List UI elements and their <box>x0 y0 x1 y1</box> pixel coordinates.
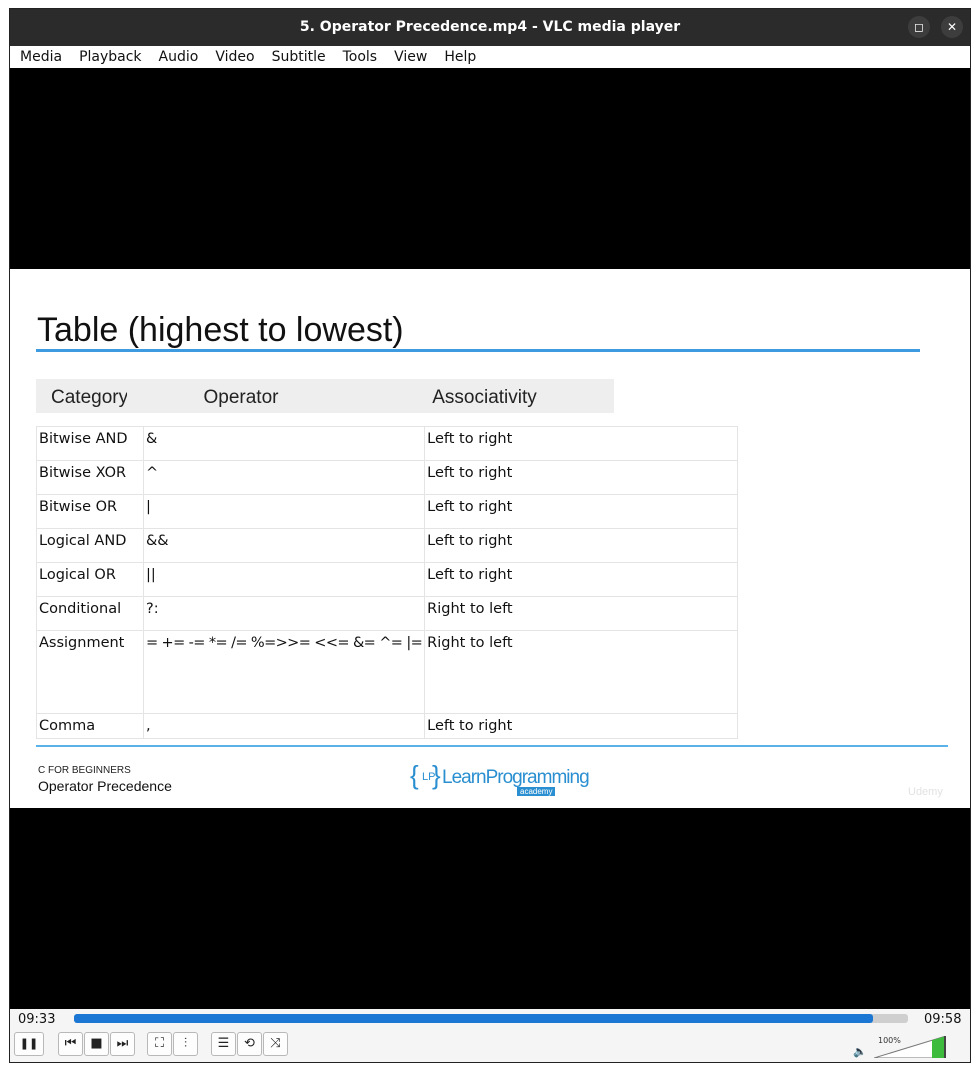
cell-associativity: Right to left <box>424 630 739 714</box>
cell-category: Logical AND <box>36 528 144 563</box>
speaker-icon[interactable]: 🔈 <box>853 1045 867 1058</box>
vlc-window: 5. Operator Precedence.mp4 - VLC media p… <box>9 8 971 1063</box>
cell-operator: ^ <box>142 460 426 495</box>
slide-title: Table (highest to lowest) <box>37 311 404 349</box>
menu-tools[interactable]: Tools <box>333 46 385 68</box>
close-button[interactable]: ✕ <box>941 16 963 38</box>
previous-button[interactable]: ⏮ <box>58 1032 83 1056</box>
slide: Table (highest to lowest) Category Opera… <box>10 269 970 808</box>
cell-associativity: Left to right <box>424 460 739 495</box>
table-row: Logical AND && Left to right <box>36 528 739 563</box>
fullscreen-button[interactable]: ⛶ <box>147 1032 172 1056</box>
cell-associativity: Left to right <box>424 426 739 461</box>
cell-associativity: Left to right <box>424 562 739 597</box>
course-name: C FOR BEGINNERS <box>38 765 131 776</box>
next-button[interactable]: ⏭ <box>110 1032 135 1056</box>
cell-category: Logical OR <box>36 562 144 597</box>
cell-category: Assignment <box>36 630 144 714</box>
shuffle-button[interactable]: ⤨ <box>263 1032 288 1056</box>
cell-category: Conditional <box>36 596 144 631</box>
table-row: Logical OR || Left to right <box>36 562 739 597</box>
menu-bar: Media Playback Audio Video Subtitle Tools View… <box>10 46 970 69</box>
cell-category: Bitwise OR <box>36 494 144 529</box>
menu-help[interactable]: Help <box>434 46 483 68</box>
cell-operator: = += -= *= /= %=>>= <<= &= ^= |= <box>142 630 426 714</box>
cell-category: Bitwise AND <box>36 426 144 461</box>
playback-controls: 09:33 09:58 ❚❚ ⏮ ■ ⏭ ⛶ ⫶ ☰ ⟲ ⤨ 🔈 100% <box>10 1009 970 1062</box>
cell-associativity: Left to right <box>424 713 739 739</box>
total-time: 09:58 <box>924 1012 962 1027</box>
title-underline <box>36 349 920 352</box>
table-row: Conditional ?: Right to left <box>36 596 739 631</box>
stop-button[interactable]: ■ <box>84 1032 109 1056</box>
cell-associativity: Left to right <box>424 528 739 563</box>
seek-progress <box>74 1014 873 1023</box>
window-title: 5. Operator Precedence.mp4 - VLC media p… <box>299 19 681 35</box>
volume-label: 100% <box>878 1036 901 1045</box>
cell-operator: ?: <box>142 596 426 631</box>
cell-category: Comma <box>36 713 144 739</box>
menu-view[interactable]: View <box>384 46 434 68</box>
cell-associativity: Left to right <box>424 494 739 529</box>
extended-settings-button[interactable]: ⫶ <box>173 1032 198 1056</box>
header-associativity: Associativity <box>355 379 614 413</box>
cell-associativity: Right to left <box>424 596 739 631</box>
menu-media[interactable]: Media <box>10 46 69 68</box>
precedence-table: Bitwise AND & Left to right Bitwise XOR … <box>36 426 739 739</box>
menu-subtitle[interactable]: Subtitle <box>262 46 333 68</box>
table-row: Assignment = += -= *= /= %=>>= <<= &= ^=… <box>36 630 739 714</box>
table-row: Bitwise OR | Left to right <box>36 494 739 529</box>
restore-button[interactable]: ◻ <box>908 16 930 38</box>
cell-operator: || <box>142 562 426 597</box>
cell-category: Bitwise XOR <box>36 460 144 495</box>
loop-button[interactable]: ⟲ <box>237 1032 262 1056</box>
video-area[interactable]: Table (highest to lowest) Category Opera… <box>10 68 970 1009</box>
header-operator: Operator <box>127 379 355 413</box>
udemy-watermark: Udemy <box>908 786 943 798</box>
cell-operator: & <box>142 426 426 461</box>
cell-operator: | <box>142 494 426 529</box>
table-row: Comma , Left to right <box>36 713 739 739</box>
menu-playback[interactable]: Playback <box>69 46 148 68</box>
footer-rule <box>36 745 948 747</box>
table-row: Bitwise XOR ^ Left to right <box>36 460 739 495</box>
title-bar: 5. Operator Precedence.mp4 - VLC media p… <box>10 9 970 46</box>
table-row: Bitwise AND & Left to right <box>36 426 739 461</box>
menu-video[interactable]: Video <box>205 46 261 68</box>
cell-operator: && <box>142 528 426 563</box>
header-category: Category <box>36 379 128 413</box>
pause-button[interactable]: ❚❚ <box>14 1032 44 1056</box>
playlist-button[interactable]: ☰ <box>211 1032 236 1056</box>
lesson-name: Operator Precedence <box>38 778 172 794</box>
elapsed-time: 09:33 <box>18 1012 56 1027</box>
seek-bar[interactable] <box>74 1014 908 1023</box>
menu-audio[interactable]: Audio <box>149 46 206 68</box>
cell-operator: , <box>142 713 426 739</box>
